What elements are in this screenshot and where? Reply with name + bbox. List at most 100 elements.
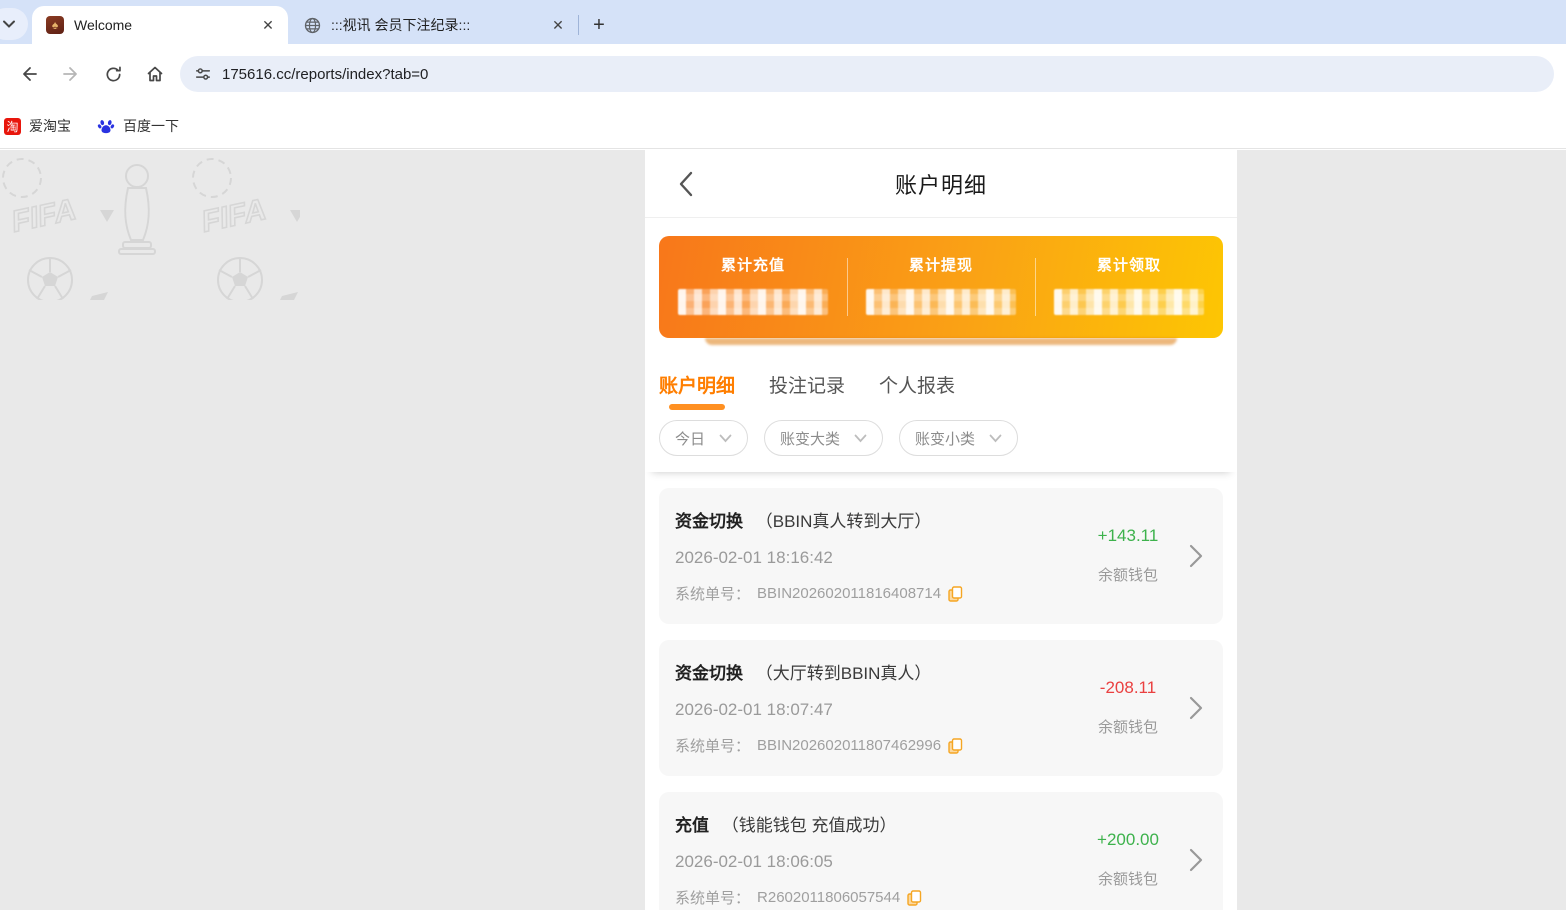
chevron-down-icon <box>3 20 15 28</box>
transaction-type: 充值 <box>675 816 709 835</box>
masked-value <box>678 289 828 315</box>
tab-title: Welcome <box>74 17 133 33</box>
order-label: 系统单号： <box>675 586 751 603</box>
chevron-down-icon <box>854 434 867 442</box>
account-detail-panel: 账户明细 累计充值 累计提现 累计领取 账户明细 投注记录 个人报表 今日 账变… <box>645 150 1237 910</box>
browser-tab-strip: ♠ Welcome ✕ :::视讯 会员下注纪录::: ✕ + <box>0 0 1566 44</box>
filter-bar: 今日 账变大类 账变小类 <box>645 414 1237 472</box>
stat-label: 累计提现 <box>908 257 973 274</box>
tab-separator <box>578 15 579 35</box>
copy-icon[interactable] <box>948 585 963 602</box>
site-settings-tune-icon <box>195 68 211 80</box>
transaction-amount: -208.11 <box>1099 678 1157 697</box>
transaction-info: 充值 （钱能钱包 充值成功） 2026-02-01 18:06:05 系统单号：… <box>675 811 1073 908</box>
masked-value <box>1054 289 1204 315</box>
taobao-icon: 淘 <box>4 117 21 135</box>
transaction-amount: +200.00 <box>1097 830 1159 849</box>
chevron-right-icon <box>1189 544 1203 567</box>
refresh-button[interactable] <box>96 57 130 91</box>
card-shadow <box>705 338 1177 345</box>
page-content: FIFA 账户明细 累计充值 <box>0 150 1566 910</box>
forward-button[interactable] <box>54 57 88 91</box>
globe-icon <box>304 17 321 33</box>
filter-major-type-dropdown[interactable]: 账变大类 <box>764 420 884 456</box>
wallet-label: 余额钱包 <box>1097 567 1158 584</box>
filter-label: 账变大类 <box>780 430 841 448</box>
stat-divider <box>846 258 848 316</box>
back-button[interactable] <box>12 57 46 91</box>
filter-label: 今日 <box>675 430 706 448</box>
url-text[interactable]: 175616.cc/reports/index?tab=0 <box>222 66 428 83</box>
transaction-desc: （钱能钱包 充值成功） <box>721 816 897 835</box>
active-tab-underline <box>669 404 725 410</box>
order-number: R2602011806057544 <box>757 889 901 906</box>
bookmark-label: 爱淘宝 <box>29 118 71 134</box>
wallet-label: 余额钱包 <box>1097 871 1158 888</box>
copy-icon[interactable] <box>907 889 922 906</box>
chevron-right-icon <box>1189 696 1203 719</box>
baidu-paw-icon <box>97 120 115 134</box>
browser-toolbar: 175616.cc/reports/index?tab=0 <box>0 44 1566 104</box>
fifa-background-pattern: FIFA <box>0 150 300 300</box>
page-header: 账户明细 <box>645 150 1237 218</box>
transaction-datetime: 2026-02-01 18:06:05 <box>675 852 833 871</box>
transaction-info: 资金切换 （BBIN真人转到大厅） 2026-02-01 18:16:42 系统… <box>675 507 1073 604</box>
transaction-datetime: 2026-02-01 18:07:47 <box>675 700 833 719</box>
tab-label: 投注记录 <box>769 376 846 397</box>
browser-tab-records[interactable]: :::视讯 会员下注纪录::: ✕ <box>288 6 578 44</box>
bookmark-baidu[interactable]: 百度一下 <box>97 116 179 136</box>
refresh-icon <box>105 66 121 82</box>
totals-card: 累计充值 累计提现 累计领取 <box>659 236 1223 338</box>
stat-total-claimed: 累计领取 <box>1035 236 1223 338</box>
transaction-row[interactable]: 充值 （钱能钱包 充值成功） 2026-02-01 18:06:05 系统单号：… <box>659 792 1223 910</box>
order-label: 系统单号： <box>675 738 751 755</box>
close-icon[interactable]: ✕ <box>258 15 278 35</box>
chevron-down-icon <box>719 434 732 442</box>
spade-icon: ♠ <box>46 16 64 34</box>
tab-label: 个人报表 <box>879 376 956 397</box>
tab-label: 账户明细 <box>659 376 736 397</box>
transaction-info: 资金切换 （大厅转到BBIN真人） 2026-02-01 18:07:47 系统… <box>675 659 1073 756</box>
transaction-list: 资金切换 （BBIN真人转到大厅） 2026-02-01 18:16:42 系统… <box>645 472 1237 910</box>
filter-date-dropdown[interactable]: 今日 <box>659 420 749 456</box>
wallet-label: 余额钱包 <box>1097 719 1158 736</box>
browser-tab-welcome[interactable]: ♠ Welcome ✕ <box>32 6 288 44</box>
section-tabs: 账户明细 投注记录 个人报表 <box>645 345 1237 414</box>
tab-title: :::视讯 会员下注纪录::: <box>331 17 471 33</box>
stat-total-deposit: 累计充值 <box>659 236 847 338</box>
transaction-amount-block: +200.00 余额钱包 <box>1073 830 1183 889</box>
tab-search-button[interactable] <box>0 8 28 40</box>
transaction-row[interactable]: 资金切换 （BBIN真人转到大厅） 2026-02-01 18:16:42 系统… <box>659 488 1223 624</box>
chevron-right-icon <box>1189 848 1203 871</box>
filter-minor-type-dropdown[interactable]: 账变小类 <box>899 420 1019 456</box>
stat-label: 累计充值 <box>720 257 785 274</box>
copy-icon[interactable] <box>948 737 963 754</box>
chevron-down-icon <box>989 434 1002 442</box>
order-number: BBIN202602011807462996 <box>757 737 942 754</box>
masked-value <box>866 289 1016 315</box>
close-icon[interactable]: ✕ <box>548 15 568 35</box>
stat-divider <box>1034 258 1036 316</box>
url-bar[interactable]: 175616.cc/reports/index?tab=0 <box>180 56 1554 92</box>
tab-personal-report[interactable]: 个人报表 <box>879 371 955 414</box>
stat-label: 累计领取 <box>1096 257 1161 274</box>
tab-account-detail[interactable]: 账户明细 <box>659 371 735 414</box>
new-tab-button[interactable]: + <box>585 11 613 39</box>
chevron-left-icon <box>679 171 693 197</box>
transaction-amount: +143.11 <box>1097 526 1159 545</box>
home-button[interactable] <box>138 57 172 91</box>
tab-bet-records[interactable]: 投注记录 <box>769 371 845 414</box>
transaction-amount-block: +143.11 余额钱包 <box>1073 526 1183 585</box>
transaction-amount-block: -208.11 余额钱包 <box>1073 678 1183 737</box>
transaction-row[interactable]: 资金切换 （大厅转到BBIN真人） 2026-02-01 18:07:47 系统… <box>659 640 1223 776</box>
transaction-desc: （BBIN真人转到大厅） <box>755 512 932 531</box>
forward-arrow-icon <box>63 67 77 81</box>
order-number: BBIN202602011816408714 <box>757 585 942 602</box>
back-chevron-button[interactable] <box>671 169 701 199</box>
filter-label: 账变小类 <box>915 430 976 448</box>
bookmark-aitaobao[interactable]: 淘 爱淘宝 <box>4 116 71 136</box>
transaction-type: 资金切换 <box>675 664 743 683</box>
home-icon <box>147 66 163 82</box>
back-arrow-icon <box>23 67 37 81</box>
transaction-type: 资金切换 <box>675 512 743 531</box>
